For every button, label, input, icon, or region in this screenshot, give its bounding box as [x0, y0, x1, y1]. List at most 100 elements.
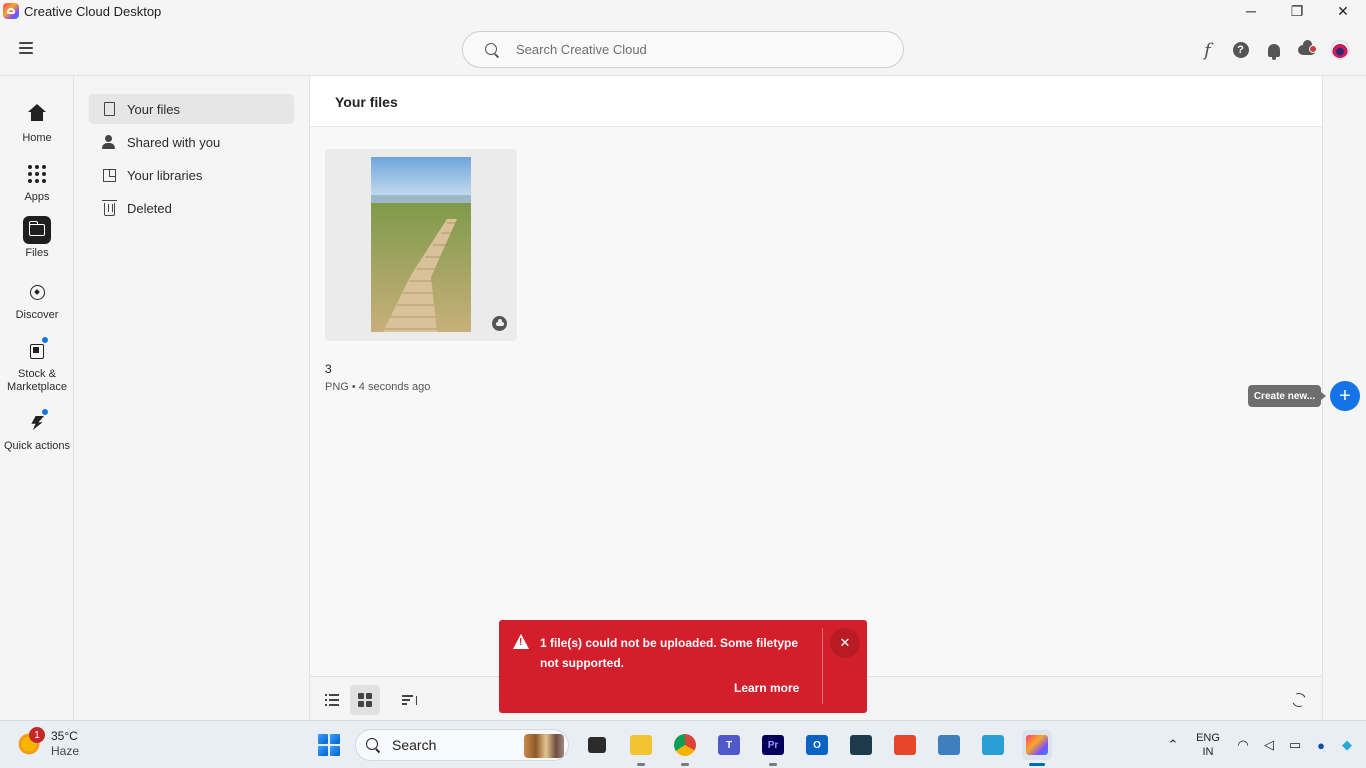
- minimize-button[interactable]: ─: [1228, 0, 1274, 22]
- sync-error-badge: [1309, 45, 1317, 53]
- refresh-icon: [1290, 691, 1308, 709]
- rail-item-stock[interactable]: Stock & Marketplace: [0, 336, 74, 394]
- search-bar[interactable]: [462, 31, 904, 68]
- sketch-app-icon: [850, 735, 872, 755]
- warning-icon: [513, 634, 530, 649]
- learn-more-link[interactable]: Learn more: [734, 681, 799, 695]
- sidebar-item-shared[interactable]: Shared with you: [89, 127, 294, 157]
- file-card[interactable]: [325, 149, 517, 341]
- cloud-sync-button[interactable]: [1290, 39, 1323, 61]
- taskbar-app-monitor[interactable]: [978, 730, 1008, 760]
- rail-item-home[interactable]: Home: [0, 101, 74, 145]
- folder-icon: [630, 735, 652, 755]
- taskbar: 1 35°C Haze Search T Pr O ⌃ ENG IN ◠ ◁ ▭…: [0, 720, 1366, 768]
- taskbar-search[interactable]: Search: [355, 729, 569, 761]
- grid-app-icon: [938, 735, 960, 755]
- notifications-button[interactable]: [1257, 39, 1290, 61]
- bell-icon: [1267, 43, 1280, 60]
- taskbar-app-red[interactable]: [890, 730, 920, 760]
- new-badge: [41, 336, 49, 344]
- taskbar-app-outlook[interactable]: O: [802, 730, 832, 760]
- rail-item-discover[interactable]: Discover: [0, 278, 74, 322]
- document-icon: [101, 101, 117, 117]
- toast-close-button[interactable]: ✕: [830, 628, 860, 658]
- copilot-icon[interactable]: ◆: [1334, 733, 1360, 757]
- rail-item-apps[interactable]: Apps: [0, 160, 74, 204]
- upload-error-toast: 1 file(s) could not be uploaded. Some fi…: [499, 620, 867, 713]
- wifi-icon[interactable]: ◠: [1230, 733, 1256, 757]
- close-window-button[interactable]: ✕: [1320, 0, 1366, 22]
- quick-actions-icon: [23, 408, 51, 437]
- window-controls: ─ ❐ ✕: [1228, 0, 1366, 22]
- apps-grid-icon: [23, 160, 51, 188]
- list-view-icon: [325, 694, 339, 706]
- rail-item-quick-actions[interactable]: Quick actions: [0, 408, 74, 453]
- search-highlight-image: [524, 734, 564, 758]
- avatar-button[interactable]: [1323, 39, 1356, 61]
- taskbar-app-file-manager[interactable]: [582, 730, 612, 760]
- taskbar-app-creative-cloud[interactable]: [1022, 730, 1052, 766]
- rail-item-files[interactable]: Files: [0, 216, 74, 260]
- libraries-icon: [101, 167, 117, 183]
- sidebar-item-label: Deleted: [127, 200, 172, 216]
- rail-item-label: Apps: [24, 191, 50, 203]
- chevron-up-icon[interactable]: ⌃: [1160, 733, 1186, 757]
- help-button[interactable]: ?: [1224, 39, 1257, 61]
- search-input[interactable]: [516, 42, 876, 57]
- sort-button[interactable]: [395, 685, 425, 715]
- stock-icon: [23, 336, 51, 365]
- compass-icon: [23, 278, 51, 306]
- main-header: Your files: [310, 76, 1322, 127]
- battery-icon[interactable]: ▭: [1282, 733, 1308, 757]
- taskbar-app-teams[interactable]: T: [714, 730, 744, 760]
- trash-icon: [101, 200, 117, 216]
- create-new-button[interactable]: +: [1330, 381, 1360, 411]
- cloud-icon: [492, 316, 507, 331]
- fonts-icon[interactable]: f: [1191, 39, 1224, 61]
- weather-widget[interactable]: 1 35°C Haze: [17, 727, 79, 759]
- title-bar: Creative Cloud Desktop ─ ❐ ✕: [0, 0, 1366, 22]
- language-line1: ENG: [1196, 732, 1220, 744]
- language-indicator[interactable]: ENG IN: [1186, 731, 1230, 759]
- system-tray: ⌃ ENG IN ◠ ◁ ▭ ● ◆: [1160, 721, 1366, 768]
- file-name[interactable]: 3: [325, 362, 332, 376]
- taskbar-app-chrome[interactable]: [670, 730, 700, 766]
- sidebar-item-libraries[interactable]: Your libraries: [89, 160, 294, 190]
- taskbar-search-label: Search: [392, 737, 437, 753]
- taskbar-app-file-explorer[interactable]: [626, 730, 656, 766]
- list-view-button[interactable]: [317, 685, 347, 715]
- window-title: Creative Cloud Desktop: [24, 3, 162, 19]
- taskbar-app-sketch[interactable]: [846, 730, 876, 760]
- taskbar-app-grid[interactable]: [934, 730, 964, 760]
- page-title: Your files: [335, 94, 398, 110]
- outlook-icon: O: [806, 735, 828, 755]
- creative-cloud-icon: [1026, 735, 1048, 755]
- new-badge: [41, 408, 49, 416]
- files-sidebar: Your files Shared with you Your librarie…: [74, 76, 310, 720]
- volume-muted-icon[interactable]: ◁: [1256, 733, 1282, 757]
- help-icon: ?: [1232, 42, 1249, 58]
- taskbar-app-premiere[interactable]: Pr: [758, 730, 788, 766]
- home-icon: [23, 101, 51, 129]
- weather-condition: Haze: [51, 744, 80, 758]
- grid-view-button[interactable]: [350, 685, 380, 715]
- create-new-tooltip: Create new...: [1248, 385, 1326, 407]
- toast-message: 1 file(s) could not be uploaded. Some fi…: [540, 636, 799, 670]
- creative-cloud-logo-icon: [3, 3, 19, 19]
- rail-item-label: Discover: [15, 309, 59, 321]
- language-line2: IN: [1202, 746, 1214, 758]
- menu-icon[interactable]: [19, 42, 33, 54]
- windows-start-icon[interactable]: [318, 734, 340, 756]
- red-app-icon: [894, 735, 916, 755]
- refresh-button[interactable]: [1284, 685, 1314, 715]
- sidebar-item-deleted[interactable]: Deleted: [89, 193, 294, 223]
- toast-divider: [822, 628, 823, 704]
- notification-bell-icon[interactable]: ●: [1308, 733, 1334, 757]
- teams-icon: T: [718, 735, 740, 755]
- avatar: [1329, 40, 1350, 60]
- weather-text: 35°C Haze: [51, 729, 79, 759]
- sidebar-item-your-files[interactable]: Your files: [89, 94, 294, 124]
- maximize-button[interactable]: ❐: [1274, 0, 1320, 22]
- sidebar-item-label: Your libraries: [127, 167, 203, 183]
- left-rail: Home Apps Files Discover Stock & Marketp…: [0, 76, 74, 720]
